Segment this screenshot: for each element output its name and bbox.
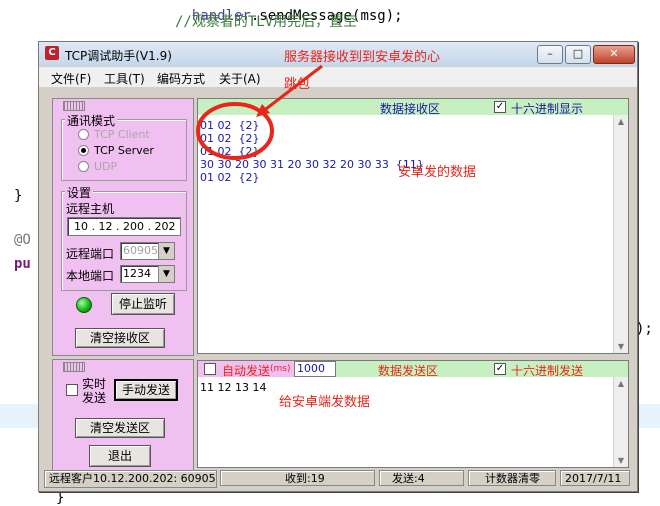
receive-header: 数据接收区 ✓ 十六进制显示: [198, 99, 628, 116]
maximize-button[interactable]: □: [565, 45, 591, 64]
receive-line: 01 02 {2}: [200, 132, 260, 145]
receive-pane[interactable]: 数据接收区 ✓ 十六进制显示 01 02 {2} 01 02 {2} 01 02…: [197, 98, 629, 354]
reset-counter-button[interactable]: 计数器清零: [468, 470, 556, 486]
status-date: 2017/7/11: [560, 470, 630, 486]
auto-send-unit: (ms): [270, 364, 291, 374]
send-control-panel: 实时 发送 手动发送 清空发送区 退出: [52, 359, 194, 471]
connection-panel: 通讯模式 TCP Client TCP Server UDP 设置 远程主机 1…: [52, 98, 194, 356]
radio-udp[interactable]: [78, 161, 89, 172]
hex-display-label: 十六进制显示: [511, 102, 584, 116]
menu-encoding[interactable]: 编码方式: [157, 70, 205, 87]
radio-tcp-server-label: TCP Server: [94, 144, 154, 157]
menu-tools[interactable]: 工具(T): [104, 70, 145, 87]
hex-send-label: 十六进制发送: [511, 364, 584, 378]
radio-udp-label: UDP: [94, 160, 118, 173]
exit-button[interactable]: 退出: [89, 445, 151, 467]
radio-tcp-server[interactable]: [78, 145, 89, 156]
settings-group-label: 设置: [65, 184, 94, 201]
status-led-icon: [76, 297, 92, 313]
clear-send-button[interactable]: 清空发送区: [75, 418, 165, 438]
remote-port-label: 远程端口: [66, 247, 115, 261]
minimize-button[interactable]: –: [537, 45, 563, 64]
status-bar: 远程客户10.12.200.202: 60905 收到:19 发送:4 计数器清…: [44, 470, 632, 488]
local-port-select[interactable]: 1234 ▼: [120, 265, 175, 283]
manual-send-button[interactable]: 手动发送: [114, 379, 178, 401]
interval-input[interactable]: 1000: [294, 361, 336, 377]
chevron-down-icon: ▼: [158, 243, 174, 259]
send-text-input[interactable]: 11 12 13 14: [200, 381, 266, 394]
send-scrollbar[interactable]: ▲ ▼: [613, 377, 628, 467]
close-button[interactable]: ✕: [593, 45, 635, 64]
remote-port-select[interactable]: 60905 ▼: [120, 242, 175, 260]
realtime-send-label-2: 发送: [82, 391, 107, 405]
receive-line: 30 30 20 30 31 20 30 32 20 30 33 {11}: [200, 158, 424, 171]
realtime-send-checkbox[interactable]: [66, 384, 78, 396]
status-remote-client: 远程客户10.12.200.202: 60905: [44, 470, 217, 488]
remote-host-label: 远程主机: [66, 202, 115, 216]
mode-group-label: 通讯模式: [65, 112, 118, 129]
panel-grip: [63, 362, 85, 372]
auto-send-checkbox[interactable]: [204, 363, 216, 375]
receive-scrollbar[interactable]: ▲ ▼: [613, 115, 628, 353]
code-brace-1: }: [14, 188, 23, 204]
receive-line: 01 02 {2}: [200, 145, 260, 158]
window-title: TCP调试助手(V1.9): [65, 49, 172, 63]
annotation-send-to-android: 给安卓端发数据: [279, 395, 371, 410]
hex-display-checkbox[interactable]: ✓: [494, 101, 506, 113]
code-tail: );: [636, 321, 653, 337]
code-pu: pu: [14, 256, 31, 272]
receive-line: 01 02 {2}: [200, 171, 260, 184]
scroll-down-icon[interactable]: ▼: [614, 342, 628, 351]
send-header: 自动发送 (ms) 1000 数据发送区 ✓ 十六进制发送: [198, 361, 628, 378]
panel-grip: [63, 101, 85, 111]
hex-send-checkbox[interactable]: ✓: [494, 363, 506, 375]
tcp-assistant-window: C TCP调试助手(V1.9) – □ ✕ 文件(F) 工具(T) 编码方式 关…: [38, 41, 638, 492]
code-annotation: @O: [14, 232, 31, 248]
chevron-down-icon: ▼: [158, 266, 174, 282]
remote-host-input[interactable]: 10 . 12 . 200 . 202: [67, 217, 181, 236]
scroll-down-icon[interactable]: ▼: [614, 456, 628, 465]
local-port-label: 本地端口: [66, 269, 115, 283]
send-title: 数据发送区: [378, 364, 439, 378]
menu-about[interactable]: 关于(A): [219, 70, 261, 87]
radio-tcp-client[interactable]: [78, 129, 89, 140]
remote-port-value: 60905: [123, 244, 158, 257]
receive-line: 01 02 {2}: [200, 119, 260, 132]
receive-title: 数据接收区: [380, 102, 441, 116]
code-brace-2: }: [56, 490, 65, 506]
scroll-up-icon[interactable]: ▲: [614, 117, 628, 126]
code-comment: //观察者的TLV用完后，置空: [175, 14, 358, 30]
local-port-value: 1234: [123, 267, 151, 280]
menu-file[interactable]: 文件(F): [51, 70, 91, 87]
send-pane[interactable]: 自动发送 (ms) 1000 数据发送区 ✓ 十六进制发送 11 12 13 1…: [197, 360, 629, 468]
scroll-up-icon[interactable]: ▲: [614, 379, 628, 388]
status-received-count: 收到:19: [220, 470, 375, 486]
stop-listen-button[interactable]: 停止监听: [111, 293, 175, 315]
annotation-android-data: 安卓发的数据: [398, 165, 477, 180]
radio-tcp-client-label: TCP Client: [94, 128, 150, 141]
status-sent-count: 发送:4: [379, 470, 464, 486]
auto-send-label: 自动发送: [222, 364, 271, 378]
clear-receive-button[interactable]: 清空接收区: [75, 328, 165, 348]
app-icon: C: [45, 46, 59, 60]
annotation-heartbeat: 服务器接收到到安卓发的心跳包: [284, 50, 441, 92]
